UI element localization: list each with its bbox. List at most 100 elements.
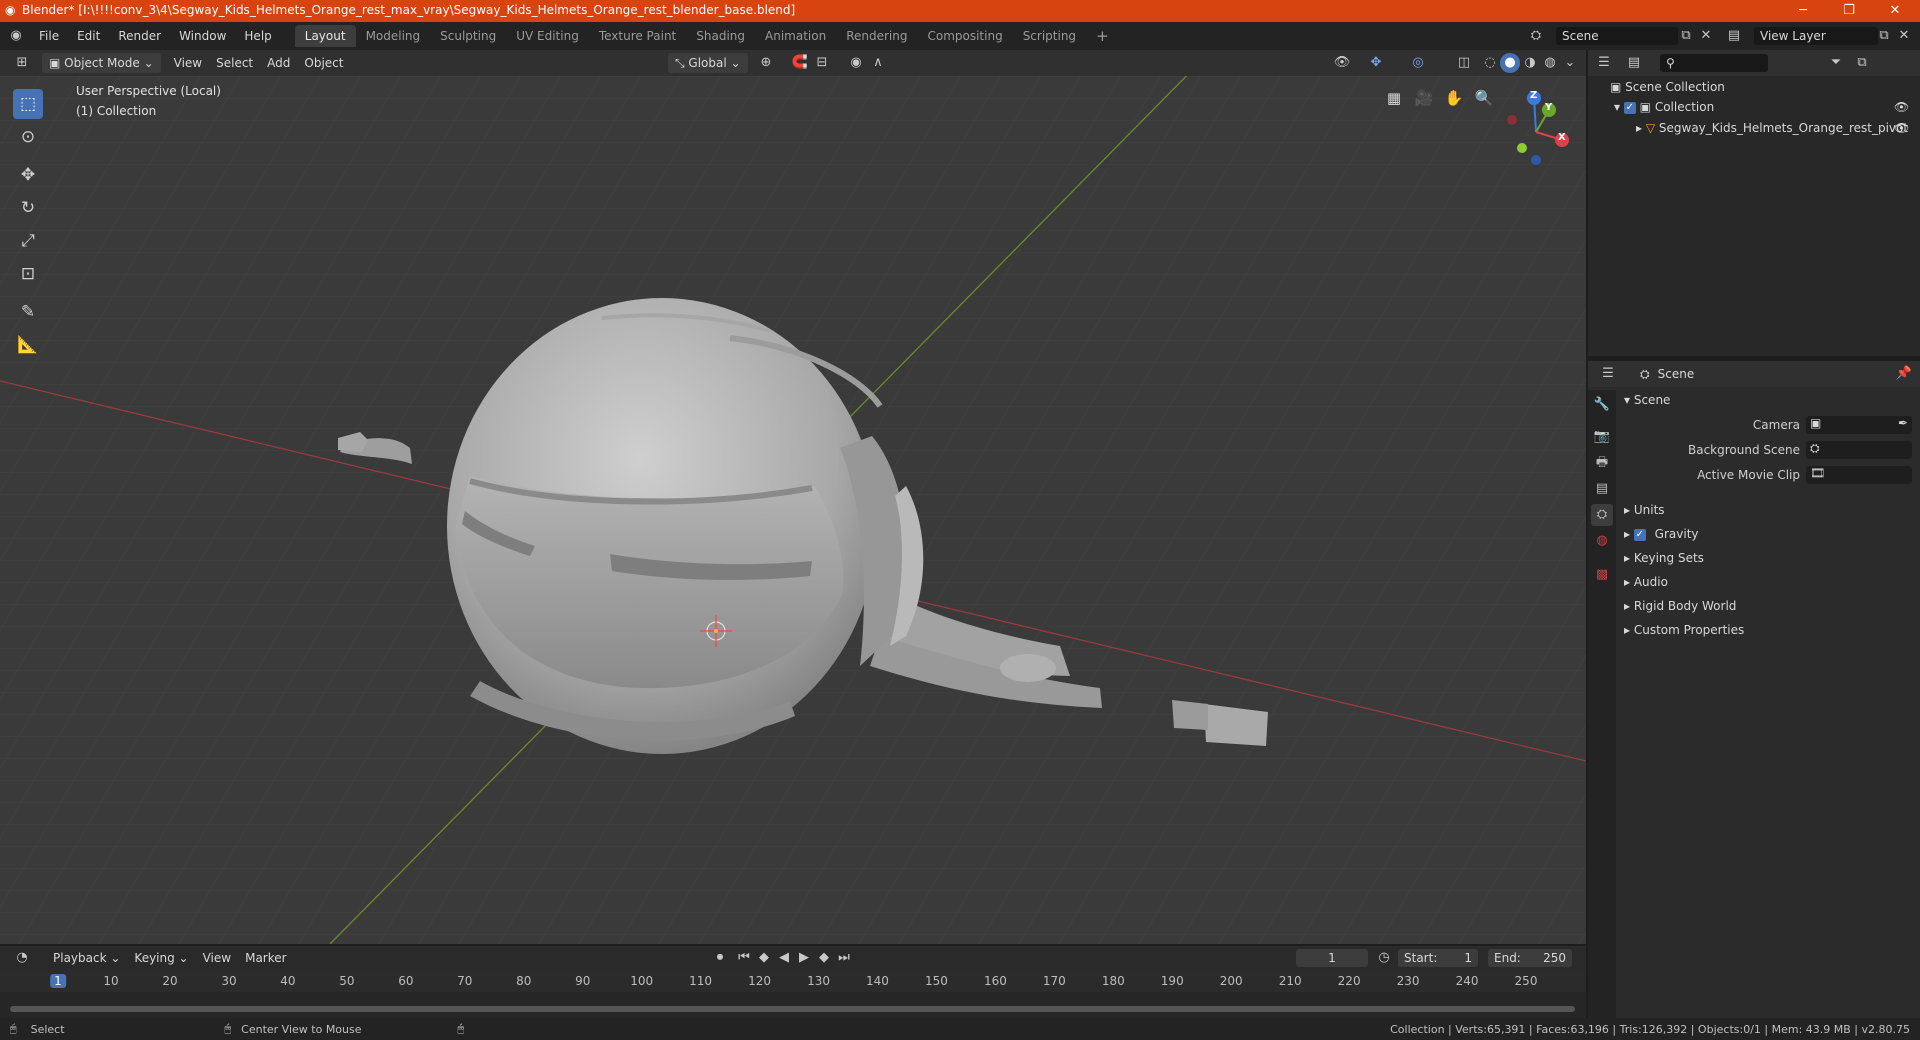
tab-layout[interactable]: Layout	[294, 25, 356, 47]
snap-target-icon[interactable]: ⊟	[812, 53, 832, 73]
scene-tab-icon[interactable]: ⛭	[1591, 504, 1613, 526]
background-scene-field[interactable]: ⛭	[1806, 441, 1912, 459]
gizmo-z-label[interactable]: Z	[1530, 90, 1537, 101]
menu-object[interactable]: Object	[297, 53, 350, 73]
jump-end-icon[interactable]: ⏭	[834, 948, 854, 968]
menu-edit[interactable]: Edit	[68, 22, 109, 50]
gizmo-y-label[interactable]: Y	[1545, 102, 1552, 113]
scene-browse-icon[interactable]: ⛭	[1526, 26, 1546, 46]
gravity-checkbox[interactable]: ✓	[1633, 528, 1646, 541]
overlay-toggle-icon[interactable]: ◎	[1408, 53, 1428, 73]
outliner-row-object[interactable]: ▸ ▽ Segway_Kids_Helmets_Orange_rest_pivo…	[1636, 118, 1908, 138]
panel-rigid-body-world[interactable]: ▸ Rigid Body World	[1624, 595, 1736, 617]
menu-window[interactable]: Window	[170, 22, 235, 50]
menu-marker[interactable]: Marker	[238, 948, 293, 968]
object-mode-dropdown[interactable]: ▣ Object Mode ⌄	[42, 53, 161, 73]
new-view-layer-icon[interactable]: ⧉	[1874, 26, 1894, 46]
world-tab-icon[interactable]: ◍	[1591, 530, 1613, 552]
outliner-editor-type-icon[interactable]: ☰	[1594, 53, 1614, 73]
tab-texture-paint[interactable]: Texture Paint	[589, 25, 686, 47]
menu-keying[interactable]: Keying ⌄	[127, 948, 195, 968]
navigation-gizmo[interactable]: Z Y X	[1496, 86, 1580, 170]
maximize-button[interactable]: ❐	[1826, 0, 1872, 22]
outliner-search-input[interactable]: ⚲	[1660, 54, 1768, 72]
scene-panel-header[interactable]: ▾ Scene	[1624, 389, 1670, 411]
playhead-frame-indicator[interactable]: 1	[50, 974, 66, 988]
view-layer-browse-icon[interactable]: ▤	[1724, 26, 1744, 46]
menu-view[interactable]: View	[167, 53, 209, 73]
camera-view-icon[interactable]: 🎥	[1412, 86, 1436, 110]
menu-render[interactable]: Render	[109, 22, 170, 50]
menu-select[interactable]: Select	[209, 53, 260, 73]
menu-timeline-view[interactable]: View	[196, 948, 238, 968]
start-frame-field[interactable]: Start: 1	[1398, 949, 1478, 967]
current-frame-field[interactable]: 1	[1296, 949, 1368, 967]
shading-rendered-icon[interactable]: ◍	[1540, 53, 1560, 73]
timeline-track-area[interactable]	[0, 992, 1586, 1018]
camera-field[interactable]: ▣ ✒	[1806, 416, 1912, 434]
shading-material-icon[interactable]: ◑	[1520, 53, 1540, 73]
move-tool-icon[interactable]: ✥	[13, 160, 43, 190]
expand-arrow-icon[interactable]: ▾	[1614, 100, 1624, 114]
timeline-scrollbar[interactable]	[10, 1006, 1575, 1012]
tab-uv-editing[interactable]: UV Editing	[506, 25, 589, 47]
output-tab-icon[interactable]: 🖶	[1591, 452, 1613, 474]
menu-help[interactable]: Help	[235, 22, 280, 50]
tab-scripting[interactable]: Scripting	[1013, 25, 1086, 47]
menu-add[interactable]: Add	[260, 53, 297, 73]
toggle-camera-grid-icon[interactable]: ▦	[1382, 86, 1406, 110]
tab-shading[interactable]: Shading	[686, 25, 755, 47]
panel-keying-sets[interactable]: ▸ Keying Sets	[1624, 547, 1704, 569]
add-workspace-button[interactable]: +	[1086, 25, 1119, 47]
pivot-point-icon[interactable]: ⊕	[756, 53, 776, 73]
tab-modeling[interactable]: Modeling	[356, 25, 431, 47]
proportional-edit-icon[interactable]: ◉	[846, 53, 866, 73]
new-scene-icon[interactable]: ⧉	[1676, 26, 1696, 46]
close-button[interactable]: ✕	[1872, 0, 1918, 22]
menu-file[interactable]: File	[30, 22, 68, 50]
gizmo-toggle-icon[interactable]: ✥	[1366, 53, 1386, 73]
annotate-tool-icon[interactable]: ✎	[13, 297, 43, 327]
view-layer-tab-icon[interactable]: ▤	[1591, 478, 1613, 500]
panel-audio[interactable]: ▸ Audio	[1624, 571, 1668, 593]
3d-viewport[interactable]: User Perspective (Local) (1) Collection …	[0, 76, 1586, 944]
timeline-ruler[interactable]: 1 10 20 30 40 50 60 70 80 90 100 110 120 130 140 150 160…	[0, 970, 1586, 1018]
snap-icon[interactable]: 🧲	[790, 53, 810, 73]
viewport-scene[interactable]	[0, 76, 1586, 944]
scene-name-field[interactable]: Scene	[1556, 27, 1678, 45]
pin-icon[interactable]: 📌	[1894, 364, 1914, 384]
collection-visibility-icon[interactable]: 👁	[1894, 97, 1909, 117]
display-mode-icon[interactable]: ▤	[1624, 53, 1644, 73]
end-frame-field[interactable]: End: 250	[1488, 949, 1572, 967]
tab-animation[interactable]: Animation	[755, 25, 836, 47]
timeline-editor-type-icon[interactable]: ◔	[12, 948, 32, 968]
panel-custom-properties[interactable]: ▸ Custom Properties	[1624, 619, 1744, 641]
object-visibility-icon[interactable]: 👁	[1894, 118, 1909, 138]
active-movie-clip-field[interactable]: 🎞	[1806, 466, 1912, 484]
jump-start-icon[interactable]: ⏮	[734, 948, 754, 968]
panel-gravity[interactable]: ▸ ✓ Gravity	[1624, 523, 1699, 545]
editor-type-icon[interactable]: ⊞	[12, 53, 32, 73]
scale-tool-icon[interactable]: ⤢	[13, 226, 43, 256]
zoom-view-icon[interactable]: 🔍	[1472, 86, 1496, 110]
minimize-button[interactable]: ─	[1780, 0, 1826, 22]
delete-view-layer-icon[interactable]: ✕	[1894, 26, 1914, 46]
jump-keyframe-forward-icon[interactable]: ◆	[814, 948, 834, 968]
transform-tool-icon[interactable]: ⊡	[13, 259, 43, 289]
falloff-icon[interactable]: ∧	[868, 53, 888, 73]
panel-units[interactable]: ▸ Units	[1624, 499, 1665, 521]
pan-view-icon[interactable]: ✋	[1442, 86, 1466, 110]
properties-editor-type-icon[interactable]: ☰	[1598, 364, 1618, 384]
transform-orientation-dropdown[interactable]: ⤡ Global ⌄	[668, 53, 748, 73]
expand-arrow-icon[interactable]: ▸	[1636, 121, 1646, 135]
shading-wireframe-icon[interactable]: ◌	[1480, 53, 1500, 73]
outliner-row-collection[interactable]: ▾ ✓ ▣ Collection	[1614, 97, 1714, 117]
select-box-tool-icon[interactable]: ⬚	[13, 89, 43, 119]
filter-icon[interactable]: ⏷	[1826, 53, 1846, 73]
eyedropper-icon[interactable]: ✒	[1898, 416, 1908, 430]
cursor-tool-icon[interactable]: ⊙	[13, 122, 43, 152]
blender-menu-icon[interactable]: ◉	[6, 26, 26, 46]
record-icon[interactable]: ⏺	[710, 948, 730, 968]
outliner-row-scene-collection[interactable]: ▣ Scene Collection	[1610, 77, 1725, 97]
tool-tab-icon[interactable]: 🔧	[1591, 394, 1613, 416]
